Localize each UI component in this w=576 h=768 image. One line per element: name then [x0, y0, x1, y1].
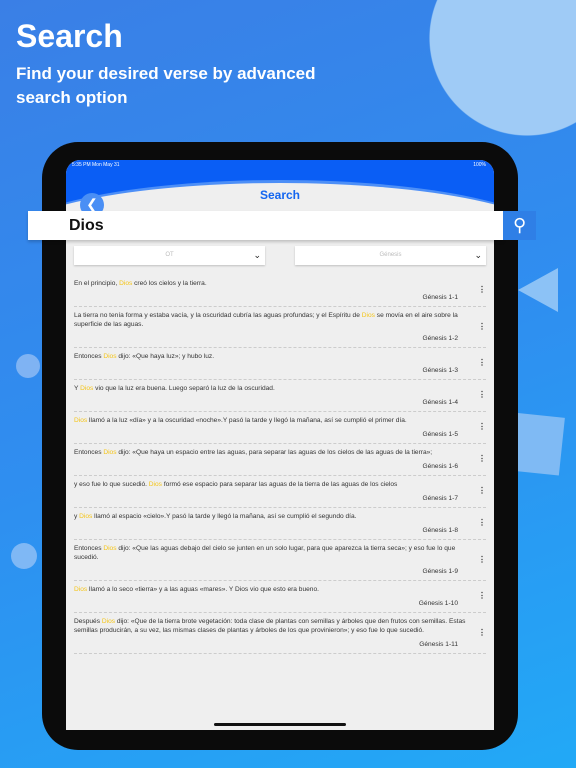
more-options-icon[interactable]: ⋮ — [478, 322, 486, 331]
verse-text-before: y eso fue lo que sucedió. — [74, 481, 149, 488]
more-options-icon[interactable]: ⋮ — [478, 422, 486, 431]
search-input[interactable]: Dios — [28, 211, 503, 240]
verse-text-before: Entonces — [74, 353, 104, 360]
page-title: Search — [259, 188, 301, 202]
verse-reference: Génesis 1-2 — [422, 335, 458, 342]
verse-text-before: Entonces — [74, 545, 104, 552]
search-highlight: Dios — [80, 385, 94, 392]
verse-text: Después Dios dijo: «Que de la tierra bro… — [74, 617, 472, 635]
verse-text: Dios llamó a la luz «día» y a la oscurid… — [74, 416, 472, 425]
chevron-down-icon: ⌄ — [474, 250, 482, 260]
verse-reference: Génesis 1-4 — [422, 399, 458, 406]
search-highlight: Dios — [74, 417, 88, 424]
verse-item[interactable]: Después Dios dijo: «Que de la tierra bro… — [66, 613, 494, 654]
verse-list[interactable]: En el principio, Dios creó los cielos y … — [66, 275, 494, 654]
verse-item[interactable]: La tierra no tenía forma y estaba vacía,… — [66, 307, 494, 348]
verse-text-before: En el principio, — [74, 280, 120, 287]
verse-reference: Génesis 1-7 — [422, 495, 458, 502]
more-options-icon[interactable]: ⋮ — [478, 390, 486, 399]
chevron-left-icon: ❮ — [86, 196, 98, 212]
search-highlight: Dios — [79, 513, 93, 520]
more-options-icon[interactable]: ⋮ — [478, 591, 486, 600]
verse-reference: Génesis 1-3 — [422, 367, 458, 374]
more-options-icon[interactable]: ⋮ — [478, 628, 486, 637]
search-highlight: Dios — [103, 545, 117, 552]
verse-text-before: Entonces — [74, 449, 104, 456]
verse-text-after: llamó al espacio «cielo».Y pasó la tarde… — [92, 513, 357, 520]
chevron-down-icon: ⌄ — [253, 250, 261, 260]
more-options-icon[interactable]: ⋮ — [478, 486, 486, 495]
book-value: Génesis — [379, 252, 402, 258]
verse-reference: Génesis 1-9 — [422, 568, 458, 575]
status-time: 5:35 PM Mon May 31 — [72, 162, 120, 168]
verse-text: En el principio, Dios creó los cielos y … — [74, 279, 472, 288]
status-battery: 100% — [473, 162, 486, 168]
verse-item[interactable]: y eso fue lo que sucedió. Dios formó ese… — [66, 476, 494, 508]
verse-item[interactable]: Dios llamó a lo seco «tierra» y a las ag… — [66, 581, 494, 613]
home-indicator — [214, 723, 346, 726]
decor-triangle — [518, 268, 558, 312]
verse-item[interactable]: Entonces Dios dijo: «Que haya un espacio… — [66, 444, 494, 476]
decor-circle — [427, 0, 576, 136]
verse-item[interactable]: En el principio, Dios creó los cielos y … — [66, 275, 494, 307]
search-highlight: Dios — [119, 280, 133, 287]
verse-text: Entonces Dios dijo: «Que haya luz»; y hu… — [74, 352, 472, 361]
verse-text-after: dijo: «Que de la tierra brote vegetación… — [74, 618, 466, 634]
verse-text: Entonces Dios dijo: «Que haya un espacio… — [74, 448, 472, 457]
verse-text: y eso fue lo que sucedió. Dios formó ese… — [74, 480, 472, 489]
search-highlight: Dios — [361, 312, 375, 319]
verse-text-before: La tierra no tenía forma y estaba vacía,… — [74, 312, 362, 319]
testament-value: OT — [165, 252, 174, 258]
more-options-icon[interactable]: ⋮ — [478, 454, 486, 463]
verse-reference: Génesis 1-6 — [422, 463, 458, 470]
verse-text-after: llamó a lo seco «tierra» y a las aguas «… — [87, 586, 319, 593]
verse-reference: Génesis 1-8 — [422, 527, 458, 534]
book-dropdown[interactable]: Génesis ⌄ — [295, 246, 486, 265]
decor-dot — [11, 543, 37, 569]
search-button[interactable]: ⚲ — [503, 211, 536, 240]
testament-dropdown[interactable]: OT ⌄ — [74, 246, 265, 265]
verse-reference: Génesis 1-5 — [422, 431, 458, 438]
verse-text-after: llamó a la luz «día» y a la oscuridad «n… — [87, 417, 407, 424]
decor-dot — [16, 354, 40, 378]
more-options-icon[interactable]: ⋮ — [478, 285, 486, 294]
verse-item[interactable]: y Dios llamó al espacio «cielo».Y pasó l… — [66, 508, 494, 540]
verse-text-after: creó los cielos y la tierra. — [132, 280, 207, 287]
search-highlight: Dios — [103, 353, 117, 360]
verse-item[interactable]: Dios llamó a la luz «día» y a la oscurid… — [66, 412, 494, 444]
verse-reference: Génesis 1-1 — [422, 294, 458, 301]
verse-text: Entonces Dios dijo: «Que las aguas debaj… — [74, 544, 472, 562]
promo-subtitle: Find your desired verse by advanced sear… — [16, 64, 316, 107]
divider — [74, 653, 486, 654]
search-icon: ⚲ — [512, 215, 527, 235]
search-highlight: Dios — [148, 481, 162, 488]
app-screen: 5:35 PM Mon May 31 100% Search ❮ OT ⌄ Gén… — [66, 160, 494, 730]
verse-text: Y Dios vio que la luz era buena. Luego s… — [74, 384, 472, 393]
promo-title: Search — [16, 18, 123, 54]
verse-item[interactable]: Entonces Dios dijo: «Que haya luz»; y hu… — [66, 348, 494, 380]
verse-text-after: formó ese espacio para separar las aguas… — [161, 481, 398, 488]
search-highlight: Dios — [74, 586, 88, 593]
verse-item[interactable]: Y Dios vio que la luz era buena. Luego s… — [66, 380, 494, 412]
verse-text-before: Después — [74, 618, 102, 625]
search-highlight: Dios — [103, 449, 117, 456]
verse-text: Dios llamó a lo seco «tierra» y a las ag… — [74, 585, 472, 594]
verse-item[interactable]: Entonces Dios dijo: «Que las aguas debaj… — [66, 540, 494, 581]
verse-reference: Génesis 1-11 — [419, 641, 458, 648]
verse-text: La tierra no tenía forma y estaba vacía,… — [74, 311, 472, 329]
verse-text-after: dijo: «Que haya luz»; y hubo luz. — [116, 353, 215, 360]
search-highlight: Dios — [101, 618, 116, 625]
verse-text-after: dijo: «Que haya un espacio entre las agu… — [116, 449, 433, 456]
verse-text-after: vio que la luz era buena. Luego separó l… — [93, 385, 275, 392]
more-options-icon[interactable]: ⋮ — [478, 555, 486, 564]
verse-text: y Dios llamó al espacio «cielo».Y pasó l… — [74, 512, 472, 521]
more-options-icon[interactable]: ⋮ — [478, 518, 486, 527]
more-options-icon[interactable]: ⋮ — [478, 358, 486, 367]
verse-text-after: dijo: «Que las aguas debajo del cielo se… — [74, 545, 456, 561]
verse-reference: Génesis 1-10 — [418, 600, 458, 607]
